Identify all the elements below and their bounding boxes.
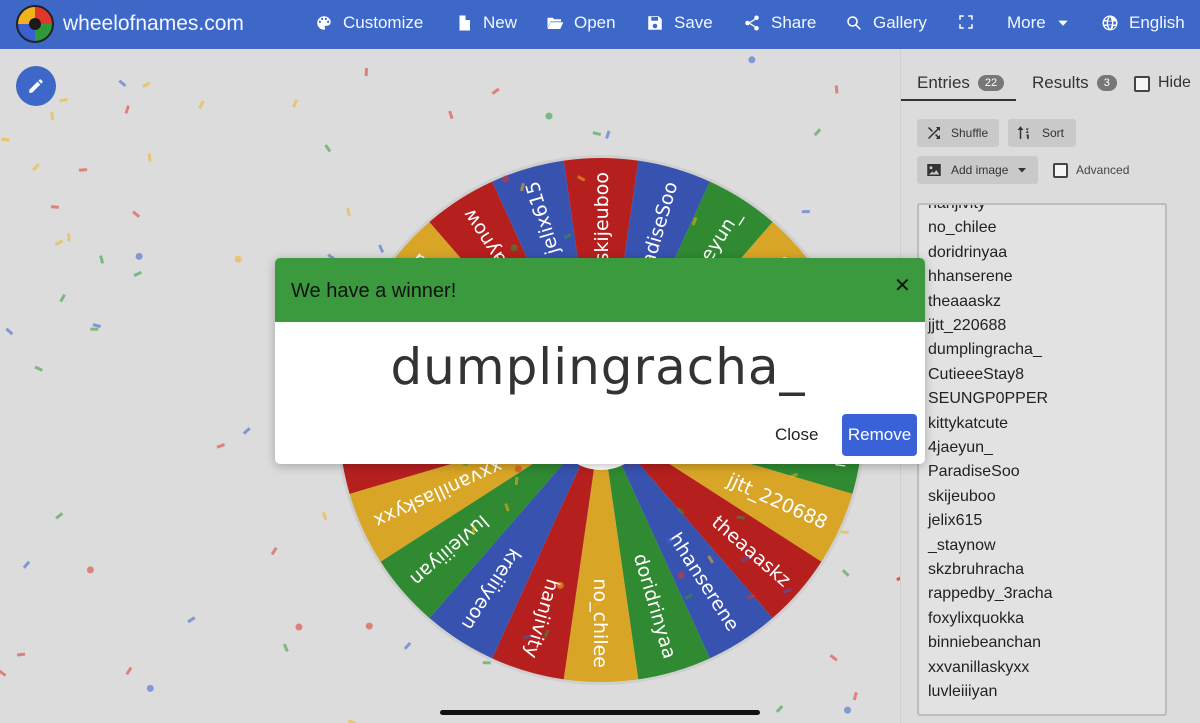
wheel-logo-icon[interactable]	[16, 5, 54, 43]
save-button[interactable]: Save	[646, 13, 713, 33]
hide-label: Hide	[1158, 74, 1191, 91]
entry-item: kittykatcute	[928, 414, 1009, 432]
fullscreen-icon	[959, 15, 973, 29]
entry-item: no_chilee	[928, 219, 997, 237]
entries-count-badge: 22	[977, 75, 1005, 91]
customize-button[interactable]: Customize	[315, 13, 423, 33]
gallery-label: Gallery	[873, 13, 927, 32]
edit-button[interactable]	[16, 66, 56, 106]
wheel-segment-label: skijeuboo	[591, 172, 613, 263]
save-label: Save	[674, 13, 713, 32]
share-label: Share	[771, 13, 817, 32]
site-name[interactable]: wheelofnames.com	[63, 12, 244, 36]
add-image-button[interactable]: Add image	[917, 156, 1038, 184]
entry-item: rappedby_3racha	[928, 585, 1053, 603]
gallery-button[interactable]: Gallery	[845, 13, 927, 33]
pencil-icon	[29, 79, 43, 93]
winner-dialog: We have a winner! ✕ dumplingracha_ Close…	[275, 258, 925, 464]
winner-dialog-title: We have a winner!	[291, 280, 457, 302]
entry-item: jjtt_220688	[928, 317, 1007, 334]
share-button[interactable]: Share	[743, 13, 816, 33]
advanced-label: Advanced	[1076, 163, 1130, 177]
language-label: English	[1129, 13, 1185, 32]
entry-item: xxvanillaskyxx	[928, 658, 1030, 676]
search-icon	[847, 16, 861, 30]
sort-label: Sort	[1042, 126, 1065, 140]
winner-name: dumplingracha_	[390, 338, 806, 396]
open-label: Open	[574, 13, 616, 32]
tab-entries[interactable]: Entries 22	[917, 73, 1005, 93]
advanced-checkbox[interactable]	[1053, 163, 1068, 178]
customize-label: Customize	[343, 13, 424, 32]
open-button[interactable]: Open	[546, 13, 616, 33]
tab-entries-label: Entries	[917, 73, 970, 92]
entry-item: skijeuboo	[928, 487, 996, 505]
entry-item: binniebeanchan	[928, 634, 1041, 652]
language-button[interactable]: English	[1101, 13, 1185, 33]
shuffle-button[interactable]: Shuffle	[917, 119, 999, 147]
entry-item: luvleiiiyan	[928, 683, 998, 700]
entry-item: foxylixquokka	[928, 609, 1025, 627]
entry-item: 4jaeyun_	[928, 439, 993, 456]
entry-item: SEUNGP0PPER	[928, 390, 1049, 408]
shuffle-label: Shuffle	[951, 126, 989, 140]
entry-item: dumplingracha_	[928, 341, 1042, 359]
wheel-segment-label: no_chilee	[589, 578, 611, 668]
new-label: New	[483, 13, 518, 32]
results-count-badge: 3	[1096, 75, 1117, 91]
entry-item: _staynow	[928, 536, 996, 554]
entry-item: CutieeeStay8	[928, 365, 1025, 383]
more-menu-button[interactable]: More	[1007, 13, 1070, 33]
entry-item: doridrinyaa	[928, 243, 1008, 261]
home-indicator-bar	[440, 710, 760, 715]
tab-results[interactable]: Results 3	[1032, 73, 1117, 93]
file-icon	[459, 15, 470, 31]
chevron-down-icon	[1018, 168, 1027, 173]
sort-button[interactable]: Sort	[1008, 119, 1076, 147]
active-tab-indicator	[901, 99, 1016, 101]
share-icon	[745, 15, 759, 31]
more-label: More	[1007, 13, 1046, 32]
tab-results-label: Results	[1032, 73, 1089, 92]
hide-checkbox[interactable]	[1134, 76, 1150, 92]
entries-textarea[interactable]: hanjivity no_chilee doridrinyaa hhanserene t…	[917, 203, 1167, 716]
entry-item: hhanserene	[928, 268, 1013, 286]
shuffle-icon	[928, 127, 940, 139]
close-icon[interactable]: ✕	[894, 273, 911, 298]
close-button[interactable]: Close	[775, 425, 818, 445]
entry-item: skzbruhracha	[928, 561, 1025, 578]
sort-icon	[1017, 126, 1029, 139]
remove-button[interactable]: Remove	[842, 414, 917, 456]
entry-item: theaaaskz	[928, 292, 1001, 310]
entry-item: hanjivity	[928, 203, 986, 212]
save-icon	[648, 16, 662, 30]
top-navigation-bar: wheelofnames.com Customize New Open Save…	[0, 0, 1200, 49]
globe-icon	[1102, 15, 1118, 31]
image-icon	[927, 164, 941, 176]
add-image-label: Add image	[951, 163, 1009, 177]
winner-dialog-header: We have a winner! ✕	[275, 258, 925, 322]
fullscreen-button[interactable]	[957, 13, 975, 31]
entry-item: ParadiseSoo	[928, 463, 1020, 481]
chevron-down-icon	[1058, 20, 1068, 26]
new-button[interactable]: New	[455, 13, 517, 33]
entry-item: jelix615	[928, 512, 983, 530]
folder-open-icon	[547, 17, 564, 29]
palette-icon	[317, 16, 331, 30]
